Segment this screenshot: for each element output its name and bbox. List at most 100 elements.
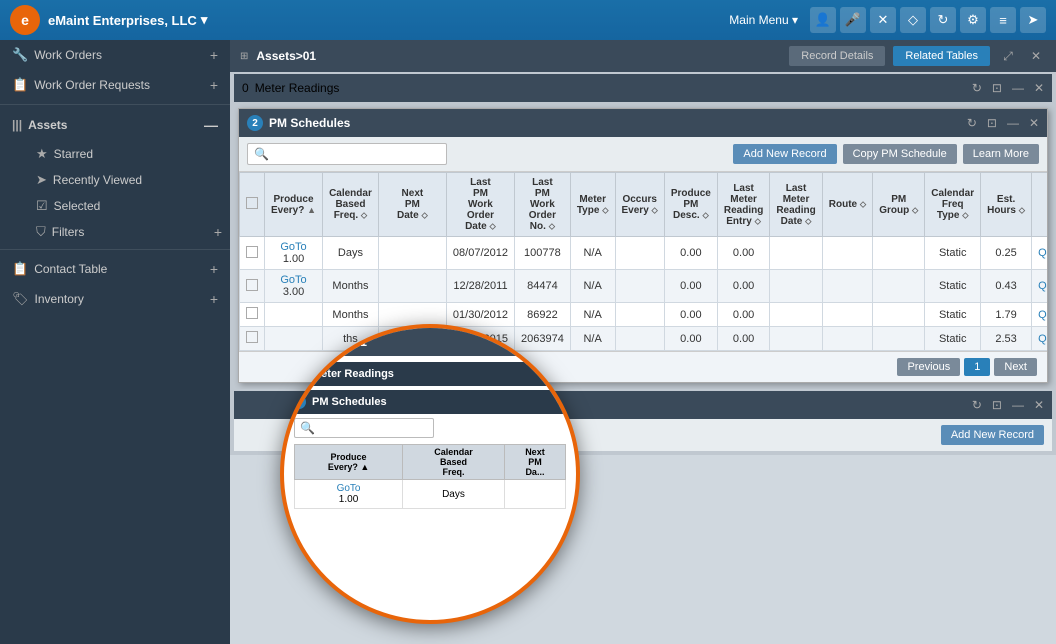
pm-search-input[interactable] (273, 148, 440, 160)
contact-table-add-icon[interactable]: + (210, 261, 218, 277)
third-refresh-icon[interactable]: ↻ (972, 398, 982, 412)
goto-link-1[interactable]: GoTo (280, 241, 306, 253)
col-last-meter-entry[interactable]: LastMeterReadingEntry ⬦ (717, 173, 769, 237)
sidebar-item-filters[interactable]: ⛉ Filters + (28, 219, 230, 245)
cell-select-4[interactable] (240, 327, 265, 351)
cell-select[interactable] (240, 237, 265, 270)
col-pm-group[interactable]: PMGroup ⬦ (873, 173, 925, 237)
pm-search-box[interactable]: 🔍 (247, 143, 447, 165)
col-last-meter-date[interactable]: LastMeterReadingDate ⬦ (770, 173, 822, 237)
diamond-icon[interactable]: ◇ (900, 7, 926, 33)
sidebar-section-assets[interactable]: ||| Assets — (0, 109, 230, 141)
col-asset-id[interactable]: AssetID ⬦ (1032, 173, 1047, 237)
pm-close-icon[interactable]: ✕ (1029, 116, 1039, 130)
sidebar-item-recently-viewed[interactable]: ➤ Recently Viewed (28, 167, 230, 193)
meter-close-icon[interactable]: ✕ (1034, 81, 1044, 95)
col-last-pm-wo-date[interactable]: LastPMWorkOrderDate ⬦ (446, 173, 514, 237)
asset-link-1[interactable]: Q403014 (1038, 247, 1047, 259)
asset-link-3[interactable]: Q403014 (1038, 309, 1047, 321)
next-page-button[interactable]: Next (994, 358, 1037, 376)
pm-minimize-icon[interactable]: — (1007, 116, 1019, 130)
pm-refresh-icon[interactable]: ↻ (967, 116, 977, 130)
meter-badge: 0 (242, 81, 249, 95)
settings-icon[interactable]: ⚙ (960, 7, 986, 33)
asset-link-4[interactable]: Q403014 (1038, 333, 1047, 345)
third-add-record-button[interactable]: Add New Record (941, 425, 1044, 445)
cell-cal-freq-3: Months (323, 303, 379, 327)
sidebar-item-starred[interactable]: ★ Starred (28, 141, 230, 167)
third-tile-icon[interactable]: ⊡ (992, 398, 1002, 412)
tab-record-details[interactable]: Record Details (789, 46, 885, 66)
sidebar-divider-1 (0, 104, 230, 105)
zoom-col-cal-freq[interactable]: CalendarBasedFreq. (403, 445, 505, 480)
pm-tile-icon[interactable]: ⊡ (987, 116, 997, 130)
zoom-col-produce-every[interactable]: ProduceEvery? ▲ (295, 445, 403, 480)
main-menu-button[interactable]: Main Menu ▾ (729, 13, 798, 27)
sidebar-item-contact-table[interactable]: 📋 Contact Table + (0, 254, 230, 284)
zoom-search-input[interactable] (319, 423, 428, 434)
third-close-icon[interactable]: ✕ (1034, 398, 1044, 412)
cell-select-3[interactable] (240, 303, 265, 327)
meter-minimize-icon[interactable]: — (1012, 81, 1024, 95)
user-icon[interactable]: 👤 (810, 7, 836, 33)
breadcrumb: Assets>01 (256, 49, 316, 63)
prev-page-button[interactable]: Previous (897, 358, 960, 376)
cell-last-wo-no-2: 84474 (514, 270, 570, 303)
cell-route-2 (822, 270, 872, 303)
cell-goto-1: GoTo1.00 (265, 237, 323, 270)
sidebar-item-inventory[interactable]: 🏷 Inventory + (0, 284, 230, 314)
goto-link-2[interactable]: GoTo (280, 274, 306, 286)
copy-pm-schedule-button[interactable]: Copy PM Schedule (843, 144, 957, 164)
assets-collapse-icon[interactable]: — (204, 117, 218, 133)
asset-link-2[interactable]: Q403014 (1038, 280, 1047, 292)
col-cal-freq-type[interactable]: CalendarFreqType ⬦ (925, 173, 981, 237)
zoom-col-next-pm[interactable]: NextPMDa... (504, 445, 565, 480)
col-produce-every[interactable]: ProduceEvery? ▲ (265, 173, 323, 237)
meter-refresh-icon[interactable]: ↻ (972, 81, 982, 95)
zoom-search-box[interactable]: 🔍 (294, 418, 434, 438)
contact-table-icon: 📋 (12, 261, 28, 277)
tab-related-tables[interactable]: Related Tables (893, 46, 990, 66)
select-all-checkbox[interactable] (246, 197, 258, 209)
meter-tile-icon[interactable]: ⊡ (992, 81, 1002, 95)
cell-last-date-1 (770, 237, 822, 270)
col-route[interactable]: Route ⬦ (822, 173, 872, 237)
close-x-icon[interactable]: ✕ (870, 7, 896, 33)
col-meter-type[interactable]: MeterType ⬦ (570, 173, 615, 237)
col-calendar-freq[interactable]: CalendarBasedFreq. ⬦ (323, 173, 379, 237)
zoom-goto-link[interactable]: GoTo (337, 483, 361, 494)
work-order-requests-add-icon[interactable]: + (210, 77, 218, 93)
pm-title: PM Schedules (269, 116, 350, 130)
top-nav-icons: 👤 🎤 ✕ ◇ ↻ ⚙ ≡ ➤ (810, 7, 1046, 33)
work-orders-add-icon[interactable]: + (210, 47, 218, 63)
current-page-button[interactable]: 1 (964, 358, 990, 376)
sidebar-item-work-orders[interactable]: 🔧 Work Orders + (0, 40, 230, 70)
filters-add-icon[interactable]: + (214, 224, 222, 240)
microphone-icon[interactable]: 🎤 (840, 7, 866, 33)
col-produce-pm[interactable]: ProducePMDesc. ⬦ (664, 173, 717, 237)
company-name[interactable]: eMaint Enterprises, LLC ▾ (48, 12, 207, 28)
col-occurs-every[interactable]: OccursEvery ⬦ (615, 173, 664, 237)
inventory-add-icon[interactable]: + (210, 291, 218, 307)
cell-asset-id-3: Q403014 (1032, 303, 1047, 327)
cell-cal-type-3: Static (925, 303, 981, 327)
learn-more-button[interactable]: Learn More (963, 144, 1039, 164)
col-next-pm-date[interactable]: NextPMDate ⬦ (378, 173, 446, 237)
cell-asset-id-2: Q403014 (1032, 270, 1047, 303)
col-est-hours[interactable]: Est.Hours ⬦ (981, 173, 1032, 237)
expand-icon[interactable]: ⤢ (998, 46, 1018, 66)
col-last-pm-wo-no[interactable]: LastPMWorkOrderNo. ⬦ (514, 173, 570, 237)
third-minimize-icon[interactable]: — (1012, 398, 1024, 412)
zoom-cell-goto: GoTo 1.00 (295, 480, 403, 509)
cell-select-2[interactable] (240, 270, 265, 303)
arrow-right-icon[interactable]: ➤ (1020, 7, 1046, 33)
refresh-icon[interactable]: ↻ (930, 7, 956, 33)
sidebar-item-work-order-requests[interactable]: 📋 Work Order Requests + (0, 70, 230, 100)
zoom-cell-cal-freq: Days (403, 480, 505, 509)
list-icon[interactable]: ≡ (990, 7, 1016, 33)
close-panel-icon[interactable]: ✕ (1026, 46, 1046, 66)
cell-cal-type-4: Static (925, 327, 981, 351)
sidebar-item-selected[interactable]: ☑ Selected (28, 193, 230, 219)
add-new-record-button[interactable]: Add New Record (733, 144, 836, 164)
app-logo: e (10, 5, 40, 35)
